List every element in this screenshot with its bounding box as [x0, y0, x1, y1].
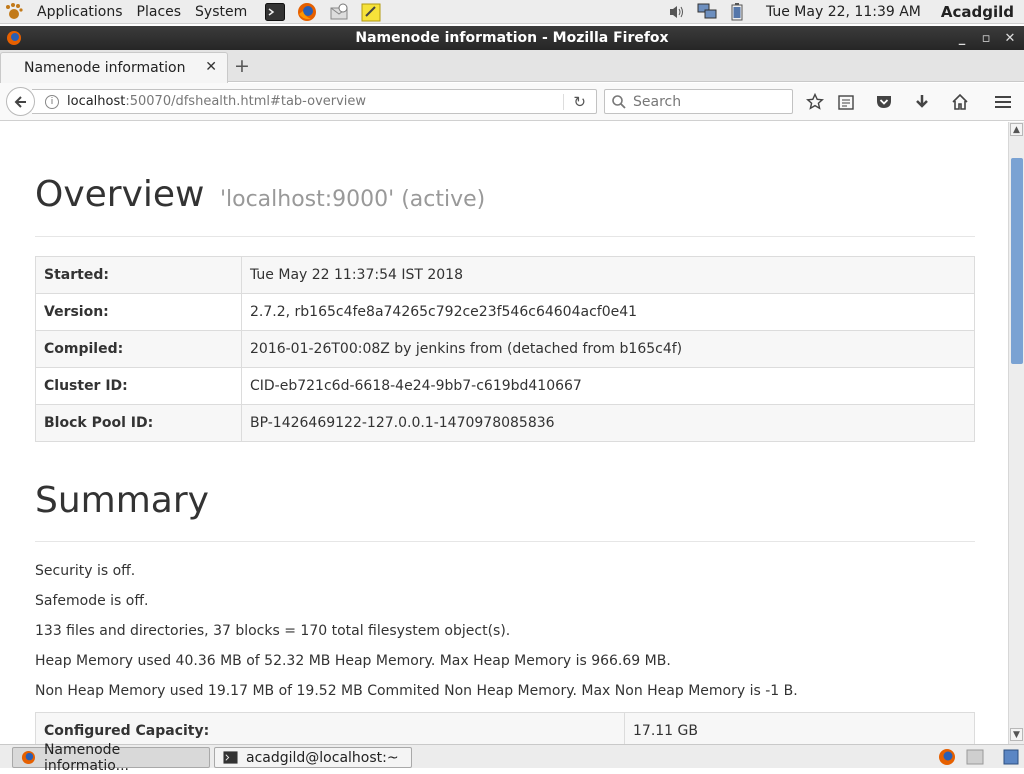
- row-value: CID-eb721c6d-6618-4e24-9bb7-c619bd410667: [241, 367, 975, 405]
- firefox-icon: [21, 750, 36, 765]
- url-divider: [563, 94, 564, 110]
- firefox-tray-icon[interactable]: [938, 748, 956, 766]
- task-terminal[interactable]: acadgild@localhost:~: [214, 747, 412, 768]
- vertical-scrollbar[interactable]: ▲ ▼: [1008, 122, 1024, 744]
- row-value: BP-1426469122-127.0.0.1-1470978085836: [241, 404, 975, 442]
- overview-table: Started: Tue May 22 11:37:54 IST 2018 Ve…: [35, 256, 975, 442]
- reload-icon[interactable]: ↻: [573, 93, 586, 111]
- search-input[interactable]: Search: [604, 89, 793, 114]
- home-icon[interactable]: [950, 92, 970, 112]
- summary-line: Heap Memory used 40.36 MB of 52.32 MB He…: [35, 653, 671, 669]
- summary-heading: Summary: [35, 480, 209, 521]
- downloads-icon[interactable]: [912, 92, 932, 112]
- summary-line: Non Heap Memory used 19.17 MB of 19.52 M…: [35, 683, 798, 699]
- row-value: 17.11 GB: [624, 712, 975, 744]
- row-value: Tue May 22 11:37:54 IST 2018: [241, 256, 975, 294]
- task-label: acadgild@localhost:~: [246, 749, 399, 766]
- text-editor-launcher-icon[interactable]: [360, 1, 382, 23]
- page-content: Overview 'localhost:9000' (active) Start…: [0, 122, 1008, 744]
- back-button[interactable]: [6, 87, 35, 116]
- summary-line: 133 files and directories, 37 blocks = 1…: [35, 623, 511, 639]
- back-arrow-icon: [14, 95, 26, 108]
- url-path: :50070/dfshealth.html#tab-overview: [125, 94, 367, 109]
- summary-line: Security is off.: [35, 563, 136, 579]
- navigation-bar: i localhost:50070/dfshealth.html#tab-ove…: [0, 83, 1024, 121]
- volume-icon[interactable]: [666, 1, 688, 23]
- tab-title: Namenode information: [24, 60, 186, 76]
- row-label: Block Pool ID:: [35, 404, 242, 442]
- scroll-thumb[interactable]: [1011, 158, 1023, 364]
- reading-list-icon[interactable]: [836, 92, 856, 112]
- row-value: 2016-01-26T00:08Z by jenkins from (detac…: [241, 330, 975, 368]
- row-label: Cluster ID:: [35, 367, 242, 405]
- window-titlebar[interactable]: Namenode information - Mozilla Firefox _…: [0, 26, 1024, 50]
- tab-strip: Namenode information ✕ +: [0, 50, 1024, 83]
- bookmark-star-icon[interactable]: [805, 92, 825, 112]
- divider: [35, 236, 975, 237]
- maximize-button[interactable]: ▫: [976, 28, 996, 48]
- taskbar: Namenode informatio... acadgild@localhos…: [0, 742, 1024, 774]
- overview-heading: Overview 'localhost:9000' (active): [35, 174, 485, 215]
- table-row: Version: 2.7.2, rb165c4fe8a74265c792ce23…: [35, 293, 975, 331]
- row-label: Configured Capacity:: [35, 712, 625, 744]
- battery-icon[interactable]: [726, 1, 748, 23]
- terminal-icon: [223, 751, 238, 764]
- menu-system[interactable]: System: [188, 0, 254, 24]
- task-label: Namenode informatio...: [43, 741, 129, 774]
- table-row: Compiled: 2016-01-26T00:08Z by jenkins f…: [35, 330, 975, 368]
- url-bar[interactable]: i localhost:50070/dfshealth.html#tab-ove…: [32, 89, 597, 114]
- mail-launcher-icon[interactable]: [328, 1, 350, 23]
- row-value: 2.7.2, rb165c4fe8a74265c792ce23f546c6460…: [241, 293, 975, 331]
- url-host: localhost: [67, 94, 126, 109]
- scroll-down-arrow-icon[interactable]: ▼: [1010, 728, 1023, 741]
- row-label: Started:: [35, 256, 242, 294]
- tab-namenode-information[interactable]: Namenode information ✕: [0, 52, 228, 83]
- close-tab-icon[interactable]: ✕: [205, 59, 217, 75]
- terminal-launcher-icon[interactable]: [264, 1, 286, 23]
- network-icon[interactable]: [696, 1, 718, 23]
- info-icon[interactable]: i: [45, 94, 59, 109]
- table-row: Started: Tue May 22 11:37:54 IST 2018: [35, 256, 975, 294]
- top-panel: Applications Places System Tue May 22, 1…: [0, 0, 1024, 24]
- capacity-table: Configured Capacity: 17.11 GB: [35, 712, 975, 744]
- overview-subtitle: 'localhost:9000' (active): [219, 187, 486, 212]
- scroll-up-arrow-icon[interactable]: ▲: [1010, 123, 1023, 136]
- new-tab-button[interactable]: +: [232, 55, 252, 77]
- search-placeholder: Search: [633, 93, 682, 110]
- close-window-button[interactable]: ✕: [1000, 28, 1020, 48]
- pocket-icon[interactable]: [874, 92, 894, 112]
- overview-title: Overview: [35, 174, 205, 215]
- window-title: Namenode information - Mozilla Firefox: [355, 30, 669, 46]
- gnome-foot-icon[interactable]: [4, 2, 24, 22]
- clock[interactable]: Tue May 22, 11:39 AM: [766, 4, 921, 20]
- firefox-icon: [7, 31, 21, 45]
- user-name[interactable]: Acadgild: [941, 3, 1014, 21]
- firefox-launcher-icon[interactable]: [296, 1, 318, 23]
- row-label: Compiled:: [35, 330, 242, 368]
- minimize-button[interactable]: _: [952, 28, 972, 48]
- table-row: Block Pool ID: BP-1426469122-127.0.0.1-1…: [35, 404, 975, 442]
- workspace-switcher-icon[interactable]: [966, 748, 984, 766]
- divider: [35, 541, 975, 542]
- menu-places[interactable]: Places: [130, 0, 189, 24]
- task-firefox[interactable]: Namenode informatio...: [12, 742, 210, 774]
- menu-applications[interactable]: Applications: [30, 0, 130, 24]
- hamburger-menu-icon[interactable]: [993, 92, 1013, 112]
- trash-icon[interactable]: [1002, 748, 1020, 766]
- table-row: Configured Capacity: 17.11 GB: [35, 712, 975, 744]
- table-row: Cluster ID: CID-eb721c6d-6618-4e24-9bb7-…: [35, 367, 975, 405]
- summary-line: Safemode is off.: [35, 593, 149, 609]
- search-icon: [612, 94, 626, 109]
- row-label: Version:: [35, 293, 242, 331]
